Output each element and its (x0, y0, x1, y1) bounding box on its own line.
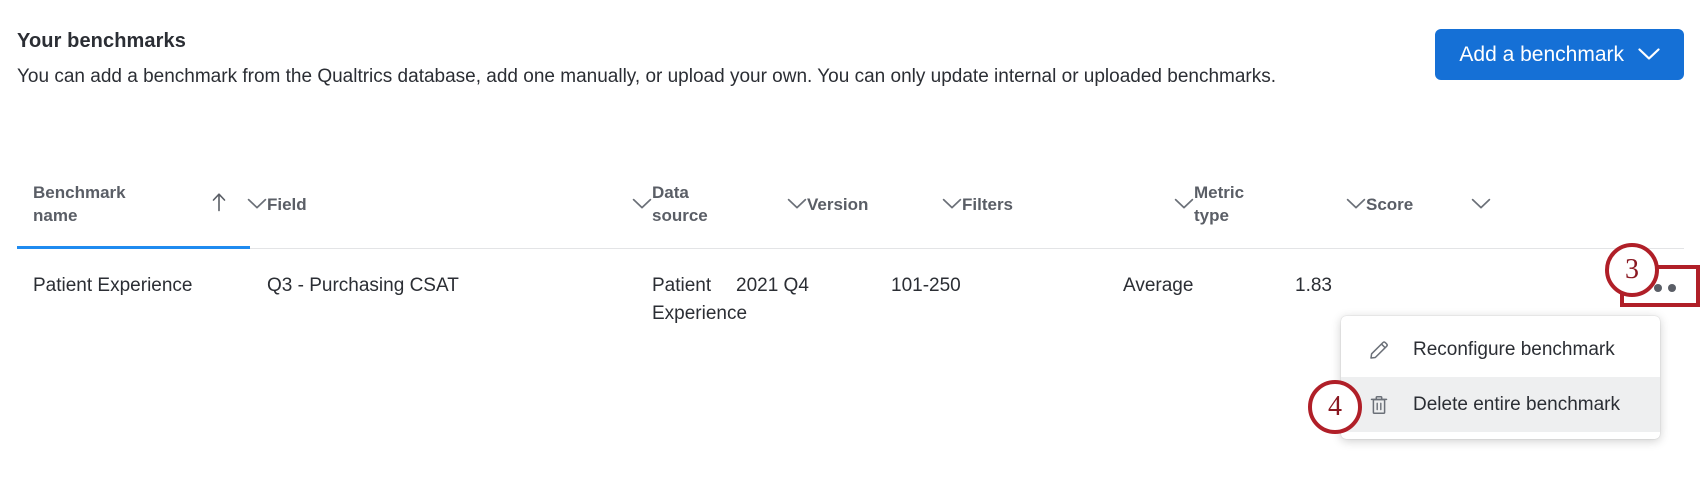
column-header-data-source[interactable]: Data source (652, 160, 807, 248)
cell-filters: 101-250 (891, 275, 961, 296)
column-header-label: Field (267, 194, 307, 214)
chevron-down-icon[interactable] (1174, 198, 1194, 210)
column-header-label: Benchmark name (33, 183, 126, 225)
column-header-field[interactable]: Field (267, 160, 652, 248)
chevron-down-icon[interactable] (247, 198, 267, 210)
column-header-label: Metric type (1194, 183, 1245, 225)
chevron-down-icon[interactable] (787, 198, 807, 210)
column-header-actions (1491, 160, 1584, 248)
table-header-row: Benchmark name Field Data source Version… (17, 160, 1684, 249)
cell-metric-type: Average (1123, 275, 1194, 296)
trash-icon (1367, 393, 1391, 417)
column-header-label: Filters (962, 194, 1014, 214)
column-header-label: Score (1366, 194, 1414, 214)
benchmarks-table: Benchmark name Field Data source Version… (17, 160, 1684, 324)
sort-ascending-arrow-icon[interactable] (211, 192, 227, 216)
page-description: You can add a benchmark from the Qualtri… (17, 66, 1277, 87)
add-benchmark-button[interactable]: Add a benchmark (1435, 29, 1684, 80)
cell-benchmark-name: Patient Experience (33, 275, 193, 296)
row-actions-ellipsis-button[interactable] (1632, 271, 1684, 305)
menu-item-label: Delete entire benchmark (1413, 393, 1620, 415)
ellipsis-horizontal-icon-dot (1640, 284, 1648, 292)
cell-field: Q3 - Purchasing CSAT (267, 275, 459, 296)
chevron-down-icon[interactable] (942, 198, 962, 210)
pencil-icon (1367, 338, 1391, 362)
reconfigure-benchmark-menu-item[interactable]: Reconfigure benchmark (1341, 322, 1660, 377)
chevron-down-icon[interactable] (1346, 198, 1366, 210)
add-benchmark-label: Add a benchmark (1459, 42, 1624, 66)
column-header-version[interactable]: Version (807, 160, 962, 248)
column-header-label: Version (807, 194, 869, 214)
chevron-down-icon (1638, 48, 1660, 61)
page-title: Your benchmarks (17, 30, 186, 52)
column-header-score[interactable]: Score (1366, 160, 1491, 248)
table-row: Patient Experience Q3 - Purchasing CSAT … (17, 249, 1684, 324)
cell-score: 1.83 (1295, 275, 1332, 296)
chevron-down-icon[interactable] (632, 198, 652, 210)
column-header-metric-type[interactable]: Metric type (1194, 160, 1366, 248)
cell-version: 2021 Q4 (736, 275, 809, 296)
column-header-benchmark-name[interactable]: Benchmark name (17, 160, 267, 248)
ellipsis-horizontal-icon-dot (1654, 284, 1662, 292)
ellipsis-horizontal-icon-dot (1668, 284, 1676, 292)
page-header: Your benchmarks You can add a benchmark … (17, 28, 1497, 90)
column-header-label: Data source (652, 183, 708, 225)
column-header-filters[interactable]: Filters (962, 160, 1194, 248)
row-actions-context-menu: Reconfigure benchmark Delete entire benc… (1341, 316, 1660, 439)
chevron-down-icon[interactable] (1471, 198, 1491, 210)
cell-data-source: Patient Experience (652, 275, 748, 324)
delete-entire-benchmark-menu-item[interactable]: Delete entire benchmark (1341, 377, 1660, 432)
menu-item-label: Reconfigure benchmark (1413, 338, 1615, 360)
